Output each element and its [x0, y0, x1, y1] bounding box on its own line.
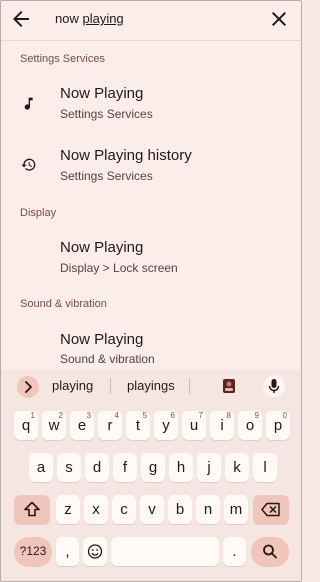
result-subtitle: Settings Services	[60, 169, 153, 183]
key-number-hint: 4	[114, 411, 119, 420]
key-label: e	[77, 417, 87, 434]
key-number-hint: 0	[282, 411, 287, 420]
comma-key[interactable]: ,	[56, 537, 79, 566]
backspace-icon	[261, 502, 280, 517]
music-note-icon	[24, 97, 33, 110]
key-s[interactable]: s	[57, 453, 81, 482]
search-query-typed: now	[55, 11, 83, 26]
key-number-hint: 8	[226, 411, 231, 420]
key-n[interactable]: n	[196, 495, 220, 524]
key-number-hint: 5	[142, 411, 147, 420]
result-title: Now Playing	[60, 85, 144, 102]
key-number-hint: 9	[254, 411, 259, 420]
space-key[interactable]	[111, 537, 219, 566]
key-number-hint: 3	[86, 411, 91, 420]
shift-key[interactable]	[14, 495, 50, 524]
key-x[interactable]: x	[84, 495, 108, 524]
result-now-playing[interactable]: Now Playing Settings Services	[1, 77, 301, 133]
back-arrow-icon[interactable]	[9, 7, 33, 31]
emoji-icon	[87, 544, 103, 559]
key-d[interactable]: d	[85, 453, 109, 482]
key-c[interactable]: c	[112, 495, 136, 524]
search-key[interactable]	[251, 537, 289, 566]
suggestion-divider	[110, 378, 111, 394]
sticker-icon[interactable]	[222, 378, 236, 394]
key-t[interactable]: t5	[126, 411, 150, 440]
key-p[interactable]: p0	[266, 411, 290, 440]
key-label: p	[273, 417, 283, 434]
key-e[interactable]: e3	[70, 411, 94, 440]
backspace-key[interactable]	[253, 495, 289, 524]
result-subtitle: Display > Lock screen	[60, 261, 178, 275]
search-bar: now playing	[1, 1, 301, 41]
keyboard: playing playings q1w2e3r4t5y6u7i8o9p0 as…	[1, 370, 301, 581]
key-number-hint: 7	[198, 411, 203, 420]
microphone-icon	[268, 379, 280, 393]
key-g[interactable]: g	[141, 453, 165, 482]
key-k[interactable]: k	[225, 453, 249, 482]
suggestion-divider	[189, 378, 190, 394]
key-i[interactable]: i8	[210, 411, 234, 440]
suggestion-word[interactable]: playing	[52, 378, 93, 393]
symbols-key[interactable]: ?123	[14, 537, 52, 566]
chevron-right-icon	[25, 381, 32, 393]
result-now-playing-history[interactable]: Now Playing history Settings Services	[1, 139, 301, 195]
key-number-hint: 6	[170, 411, 175, 420]
key-label: i	[220, 417, 224, 434]
screen: now playing Settings Services Now Playin…	[0, 0, 302, 582]
microphone-button[interactable]	[263, 375, 285, 397]
result-title: Now Playing	[60, 331, 144, 348]
key-a[interactable]: a	[29, 453, 53, 482]
shift-icon	[24, 501, 40, 517]
key-f[interactable]: f	[113, 453, 137, 482]
section-header-sound-vibration: Sound & vibration	[20, 298, 107, 310]
section-header-display: Display	[20, 207, 57, 219]
expand-toolbar-button[interactable]	[17, 376, 39, 398]
key-label: r	[107, 417, 113, 434]
key-b[interactable]: b	[168, 495, 192, 524]
key-label: u	[189, 417, 199, 434]
suggestion-strip: playing playings	[1, 370, 301, 402]
key-u[interactable]: u7	[182, 411, 206, 440]
key-o[interactable]: o9	[238, 411, 262, 440]
key-r[interactable]: r4	[98, 411, 122, 440]
history-icon	[21, 158, 36, 171]
key-label: t	[135, 417, 141, 434]
key-z[interactable]: z	[56, 495, 80, 524]
key-y[interactable]: y6	[154, 411, 178, 440]
emoji-key[interactable]	[83, 537, 107, 566]
key-label: q	[21, 417, 31, 434]
key-number-hint: 2	[58, 411, 63, 420]
result-now-playing-display[interactable]: Now Playing Display > Lock screen	[1, 231, 301, 287]
key-h[interactable]: h	[169, 453, 193, 482]
period-key[interactable]: .	[223, 537, 246, 566]
close-icon[interactable]	[267, 7, 291, 31]
search-query-suggestion: playing	[82, 11, 124, 26]
key-j[interactable]: j	[197, 453, 221, 482]
key-l[interactable]: l	[253, 453, 277, 482]
suggestion-word[interactable]: playings	[127, 378, 175, 393]
key-m[interactable]: m	[224, 495, 248, 524]
key-v[interactable]: v	[140, 495, 164, 524]
result-title: Now Playing history	[60, 147, 192, 164]
key-label: o	[245, 417, 255, 434]
section-header-settings-services: Settings Services	[20, 53, 105, 65]
key-w[interactable]: w2	[42, 411, 66, 440]
search-input[interactable]: now playing	[55, 11, 124, 26]
result-title: Now Playing	[60, 239, 144, 256]
key-q[interactable]: q1	[14, 411, 38, 440]
result-subtitle: Settings Services	[60, 107, 153, 121]
search-icon	[263, 544, 277, 559]
key-label: y	[162, 417, 170, 434]
key-number-hint: 1	[30, 411, 35, 420]
result-subtitle: Sound & vibration	[60, 352, 155, 366]
